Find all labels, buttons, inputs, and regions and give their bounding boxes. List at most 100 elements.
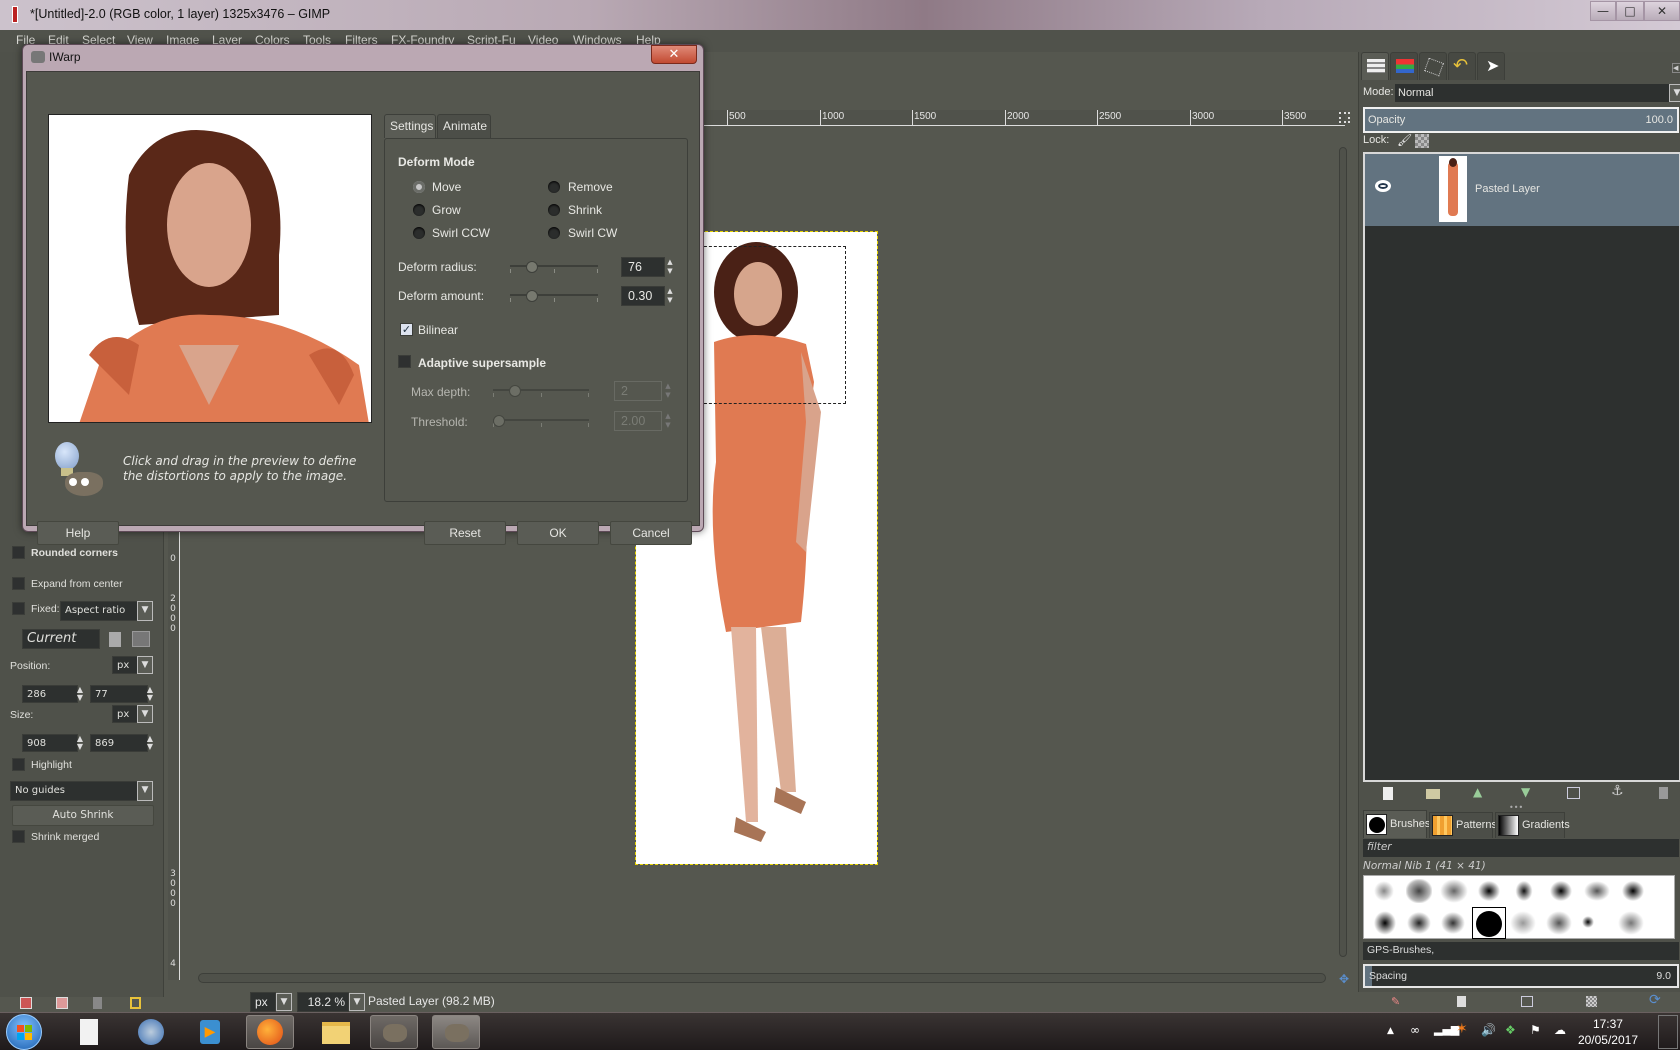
position-unit-dropdown[interactable]: px	[112, 656, 138, 674]
show-desktop-button[interactable]	[1658, 1015, 1678, 1049]
dock-menu-icon[interactable]: ◀	[1672, 63, 1680, 73]
opacity-slider[interactable]: Opacity 100.0	[1363, 107, 1679, 133]
cancel-button[interactable]: Cancel	[610, 521, 692, 545]
radio-swirl-ccw[interactable]	[413, 227, 425, 239]
brush-item[interactable]	[1510, 911, 1536, 935]
brush-grid[interactable]	[1363, 875, 1675, 939]
expand-from-center-checkbox[interactable]	[12, 577, 25, 590]
radio-remove[interactable]	[548, 181, 560, 193]
tab-gradients[interactable]: Gradients	[1495, 812, 1570, 838]
show-hidden-icons[interactable]: ▲	[1387, 1026, 1394, 1036]
brush-item[interactable]	[1372, 909, 1398, 937]
network-link-icon[interactable]: ∞	[1410, 1023, 1420, 1037]
dock-resize-handle[interactable]: •••	[1509, 803, 1523, 812]
navigate-icon[interactable]: ✥	[1339, 972, 1351, 986]
load-preset-icon[interactable]	[132, 631, 150, 647]
taskbar-firefox[interactable]	[246, 1015, 294, 1049]
brush-filter-input[interactable]: filter	[1363, 839, 1679, 857]
brush-item[interactable]	[1582, 916, 1594, 928]
delete-layer-icon[interactable]	[1659, 787, 1668, 799]
volume-icon[interactable]: 🔊	[1481, 1023, 1496, 1037]
spinner-icon[interactable]: ▲ ▼	[665, 287, 675, 305]
taskbar-libreoffice[interactable]	[64, 1015, 112, 1049]
taskbar-media-player[interactable]: ▶	[186, 1015, 234, 1049]
restore-tool-preset-icon[interactable]	[56, 997, 68, 1009]
chevron-down-icon[interactable]: ▼	[276, 993, 292, 1011]
tab-animate[interactable]: Animate	[437, 114, 491, 138]
duplicate-layer-icon[interactable]	[1567, 787, 1580, 799]
adaptive-supersample-checkbox[interactable]	[398, 355, 411, 368]
spacing-slider[interactable]: Spacing 9.0	[1363, 964, 1679, 988]
layer-mode-dropdown[interactable]: Normal	[1395, 84, 1669, 102]
taskbar-file-explorer[interactable]	[312, 1015, 360, 1049]
reset-button[interactable]: Reset	[424, 521, 506, 545]
layer-row[interactable]: Pasted Layer	[1365, 154, 1679, 226]
adaptive-supersample-label[interactable]: Adaptive supersample	[418, 356, 546, 370]
brush-item-selected[interactable]	[1472, 907, 1506, 939]
radio-grow-label[interactable]: Grow	[432, 203, 461, 217]
new-layer-group-icon[interactable]	[1426, 789, 1440, 799]
deform-radius-input[interactable]: 76	[621, 257, 665, 277]
deform-radius-slider[interactable]	[510, 261, 598, 273]
chevron-down-icon[interactable]: ▼	[1669, 84, 1680, 102]
spinner-icon[interactable]: ▲ ▼	[75, 735, 85, 751]
chevron-down-icon[interactable]: ▼	[137, 705, 153, 723]
tab-undo-history[interactable]: ↶	[1448, 52, 1476, 80]
close-window-button[interactable]: ✕	[1644, 1, 1680, 21]
size-width-input[interactable]: 908	[22, 734, 78, 752]
zoom-dropdown[interactable]: 18.2 %	[297, 992, 349, 1012]
avast-icon[interactable]: ✶	[1456, 1021, 1468, 1037]
save-preset-icon[interactable]	[109, 632, 121, 647]
tab-patterns[interactable]: Patterns	[1429, 812, 1497, 838]
vertical-scrollbar[interactable]	[1337, 135, 1349, 970]
reset-tool-icon[interactable]	[130, 997, 141, 1009]
duplicate-brush-icon[interactable]	[1521, 996, 1533, 1007]
spinner-icon[interactable]: ▲ ▼	[145, 686, 155, 702]
threshold-slider[interactable]	[493, 415, 589, 427]
tab-paths[interactable]	[1419, 52, 1447, 80]
radio-shrink[interactable]	[548, 204, 560, 216]
minimize-button[interactable]: —	[1590, 1, 1616, 21]
action-center-flag-icon[interactable]: ⚑	[1530, 1023, 1541, 1037]
chevron-down-icon[interactable]: ▼	[137, 601, 153, 621]
taskbar-gimp-2[interactable]	[432, 1015, 480, 1049]
guides-dropdown[interactable]: No guides	[10, 781, 138, 801]
lock-alpha-icon[interactable]	[1415, 134, 1429, 148]
rounded-corners-checkbox[interactable]	[12, 546, 25, 559]
tab-channels[interactable]	[1390, 52, 1418, 80]
layer-name[interactable]: Pasted Layer	[1475, 183, 1540, 195]
delete-tool-preset-icon[interactable]	[93, 997, 102, 1009]
help-button[interactable]: Help	[37, 521, 119, 545]
brush-item[interactable]	[1514, 879, 1534, 903]
radio-grow[interactable]	[413, 204, 425, 216]
horizontal-scrollbar[interactable]	[198, 973, 1326, 983]
dropbox-icon[interactable]: ❖	[1505, 1023, 1516, 1037]
radio-move[interactable]	[413, 181, 425, 193]
size-height-input[interactable]: 869	[90, 734, 148, 752]
taskbar-gimp-1[interactable]	[370, 1015, 418, 1049]
spinner-icon[interactable]: ▲ ▼	[75, 686, 85, 702]
deform-amount-input[interactable]: 0.30	[621, 286, 665, 306]
system-clock[interactable]: 17:37 20/05/2017	[1578, 1016, 1638, 1048]
ok-button[interactable]: OK	[517, 521, 599, 545]
tab-brushes[interactable]: Brushes	[1363, 810, 1430, 838]
current-preset-field[interactable]: Current	[22, 629, 100, 649]
radio-swirl-ccw-label[interactable]: Swirl CCW	[432, 226, 490, 240]
spinner-icon[interactable]: ▲ ▼	[145, 735, 155, 751]
max-depth-input[interactable]: 2	[614, 381, 662, 401]
zoom-to-fit-icon[interactable]	[1339, 112, 1350, 123]
new-layer-icon[interactable]	[1383, 787, 1393, 800]
brush-item[interactable]	[1476, 879, 1502, 903]
dialog-close-button[interactable]: ✕	[651, 45, 697, 64]
onedrive-icon[interactable]: ☁	[1554, 1023, 1566, 1037]
chevron-down-icon[interactable]: ▼	[349, 993, 365, 1011]
brush-item[interactable]	[1406, 879, 1432, 903]
max-depth-slider[interactable]	[493, 385, 589, 397]
brush-tag-input[interactable]: GPS-Brushes,	[1363, 942, 1679, 960]
bilinear-checkbox[interactable]: ✓	[400, 323, 413, 336]
shrink-merged-checkbox[interactable]	[12, 830, 25, 843]
delete-brush-icon[interactable]	[1586, 996, 1597, 1007]
brush-item[interactable]	[1374, 881, 1394, 901]
eye-icon[interactable]	[1375, 180, 1391, 192]
chevron-down-icon[interactable]: ▼	[137, 656, 153, 674]
